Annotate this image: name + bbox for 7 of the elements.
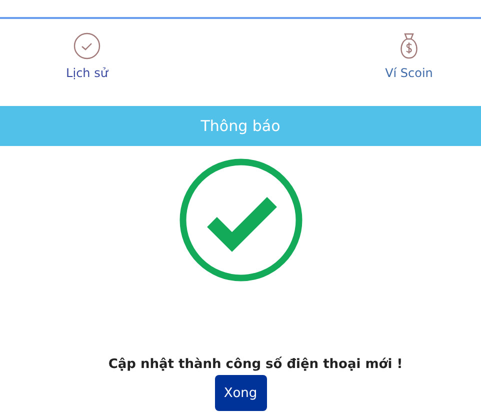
success-message: Cập nhật thành công số điện thoại mới !	[107, 357, 404, 372]
nav-link[interactable]: Lịch sử	[66, 66, 108, 80]
success-check-icon	[178, 158, 302, 282]
check-circle-icon	[73, 32, 101, 60]
done-button[interactable]: Xong	[214, 375, 266, 411]
banner-title: Thông báo	[200, 117, 280, 135]
nav-link[interactable]: Ví Scoin	[385, 66, 433, 80]
